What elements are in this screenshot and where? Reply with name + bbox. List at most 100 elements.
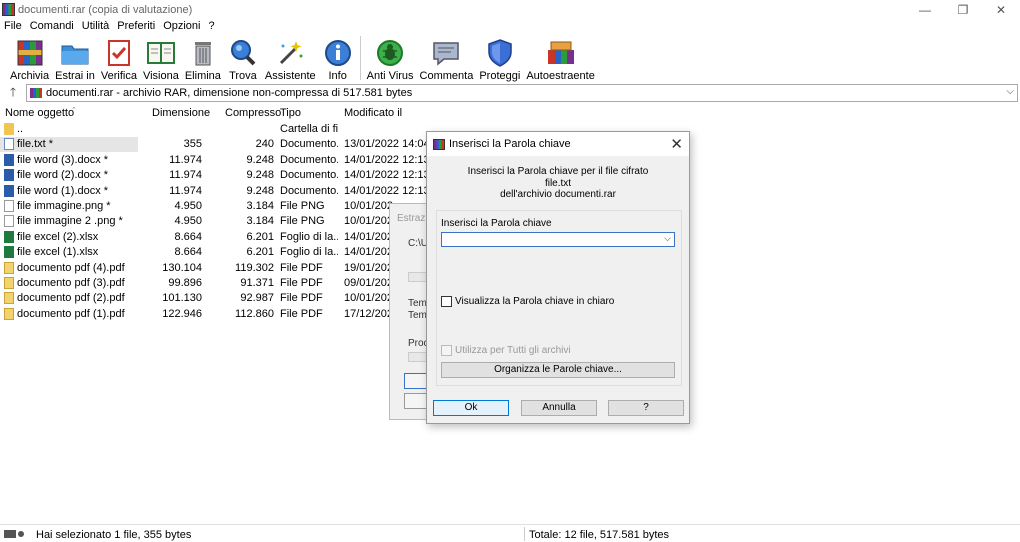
autoestraente-button[interactable]: Autoestraente	[523, 34, 598, 82]
status-selection-text: Hai selezionato 1 file, 355 bytes	[36, 529, 192, 541]
visiona-button[interactable]: Visiona	[140, 34, 182, 82]
file-type: File PNG	[280, 215, 325, 228]
file-modified: 13/01/2022 14:04	[344, 138, 426, 151]
sort-arrow-icon: ⌃	[71, 107, 77, 114]
trova-button[interactable]: Trova	[224, 34, 262, 82]
wizard-wand-icon	[274, 37, 306, 68]
file-name: ..	[17, 123, 24, 135]
assistente-button[interactable]: Assistente	[262, 34, 319, 82]
file-compressed: 6.201	[246, 230, 274, 243]
estrai-in-button[interactable]: Estrai in	[52, 34, 98, 82]
antivirus-bug-icon	[374, 37, 406, 68]
status-total-text: Totale: 12 file, 517.581 bytes	[529, 529, 670, 541]
status-divider	[524, 527, 525, 541]
address-dropdown-icon[interactable]: ⌵	[1006, 86, 1014, 97]
file-type: Cartella di file	[280, 123, 338, 135]
proteggi-button[interactable]: Proteggi	[476, 34, 523, 82]
column-header-modified[interactable]: Modificato il	[344, 107, 402, 119]
toolbar: Archivia Estrai in Verifica Visiona Elim…	[0, 34, 1020, 82]
excel-file-icon	[4, 246, 14, 259]
archive-icon	[14, 37, 46, 68]
file-compressed: 6.201	[246, 246, 274, 259]
column-header-compressed[interactable]: Compresso	[225, 107, 281, 119]
column-header-name[interactable]: Nome oggetto ⌃	[5, 107, 77, 119]
menu-utilita[interactable]: Utilità	[78, 19, 114, 34]
manage-passwords-button[interactable]: Organizza le Parole chiave...	[441, 362, 675, 378]
help-button[interactable]: ?	[608, 400, 684, 416]
show-password-checkbox-row[interactable]: Visualizza la Parola chiave in chiaro	[441, 296, 614, 307]
winrar-dialog-icon	[433, 138, 445, 150]
dialog-close-icon[interactable]: ✕	[670, 135, 683, 153]
word-file-icon	[4, 184, 14, 197]
file-size: 99.896	[168, 276, 202, 289]
chevron-down-icon[interactable]: ⌵	[664, 233, 671, 244]
file-compressed: 112.860	[235, 307, 274, 320]
file-type: Documento...	[280, 169, 338, 182]
file-compressed: 3.184	[246, 215, 274, 228]
magnifier-icon	[227, 37, 259, 68]
winrar-window: documenti.rar (copia di valutazione) — ❐…	[0, 0, 1020, 542]
up-folder-button[interactable]: 🡑	[0, 84, 26, 102]
password-dialog-message: Inserisci la Parola chiave per il file c…	[467, 166, 649, 200]
use-for-all-label: Utilizza per Tutti gli archivi	[455, 345, 571, 356]
column-header-type[interactable]: Tipo	[280, 107, 301, 119]
menu-file[interactable]: File	[0, 19, 26, 34]
info-button[interactable]: Info	[319, 34, 357, 82]
file-name: file excel (2).xlsx	[17, 230, 99, 243]
menu-comandi[interactable]: Comandi	[26, 19, 78, 34]
sfx-icon	[545, 37, 577, 68]
file-compressed: 92.987	[240, 292, 274, 305]
file-name: file immagine.png *	[17, 199, 111, 212]
trash-icon	[187, 37, 219, 68]
file-type: Documento...	[280, 138, 338, 151]
address-field[interactable]: documenti.rar - archivio RAR, dimensione…	[26, 84, 1018, 102]
elimina-button[interactable]: Elimina	[182, 34, 224, 82]
pdf-file-icon	[4, 307, 14, 320]
show-password-checkbox[interactable]	[441, 296, 452, 307]
extraction-path: C:\U	[408, 238, 428, 249]
close-window-button[interactable]: ✕	[982, 0, 1020, 19]
file-type: File PDF	[280, 276, 323, 289]
file-name: documento pdf (4).pdf	[17, 261, 125, 274]
file-compressed: 3.184	[246, 199, 274, 212]
column-headers: Nome oggetto ⌃ Dimensione Compresso Tipo …	[0, 104, 1020, 122]
pdf-file-icon	[4, 292, 14, 305]
pdf-file-icon	[4, 261, 14, 274]
info-icon	[322, 37, 354, 68]
key-icon	[18, 530, 24, 537]
file-name: file word (3).docx *	[17, 153, 109, 166]
archivia-button[interactable]: Archivia	[7, 34, 52, 82]
file-size: 11.974	[169, 169, 202, 182]
file-name: file excel (1).xlsx	[17, 246, 99, 259]
minimize-button[interactable]: —	[906, 0, 944, 19]
show-password-label: Visualizza la Parola chiave in chiaro	[455, 296, 615, 307]
word-file-icon	[4, 153, 14, 166]
maximize-button[interactable]: ❐	[944, 0, 982, 19]
use-for-all-checkbox-row: Utilizza per Tutti gli archivi	[441, 345, 571, 356]
column-header-size[interactable]: Dimensione	[152, 107, 210, 119]
txt-file-icon	[4, 138, 14, 151]
file-name: documento pdf (2).pdf	[17, 292, 125, 305]
menu-preferiti[interactable]: Preferiti	[113, 19, 159, 34]
file-name: file immagine 2 .png *	[17, 215, 123, 228]
shield-icon	[484, 37, 516, 68]
status-icons	[4, 529, 34, 538]
file-name: file word (1).docx *	[17, 184, 109, 197]
file-size: 355	[183, 138, 202, 151]
file-name: documento pdf (1).pdf	[17, 307, 125, 320]
antivirus-button[interactable]: Anti Virus	[364, 34, 417, 82]
ok-button[interactable]: Ok	[433, 400, 509, 416]
menu-opzioni[interactable]: Opzioni	[159, 19, 204, 34]
img-file-icon	[4, 199, 14, 212]
cancel-button[interactable]: Annulla	[521, 400, 597, 416]
folder-file-icon	[4, 123, 14, 135]
verify-icon	[103, 37, 135, 68]
menu-help[interactable]: ?	[204, 19, 218, 34]
password-input[interactable]: ⌵	[441, 232, 675, 247]
file-type: Documento...	[280, 184, 338, 197]
winrar-app-icon	[2, 3, 15, 16]
toolbar-separator	[359, 36, 361, 80]
commenta-button[interactable]: Commenta	[417, 34, 477, 82]
address-bar: 🡑 documenti.rar - archivio RAR, dimensio…	[0, 84, 1020, 102]
verifica-button[interactable]: Verifica	[98, 34, 140, 82]
